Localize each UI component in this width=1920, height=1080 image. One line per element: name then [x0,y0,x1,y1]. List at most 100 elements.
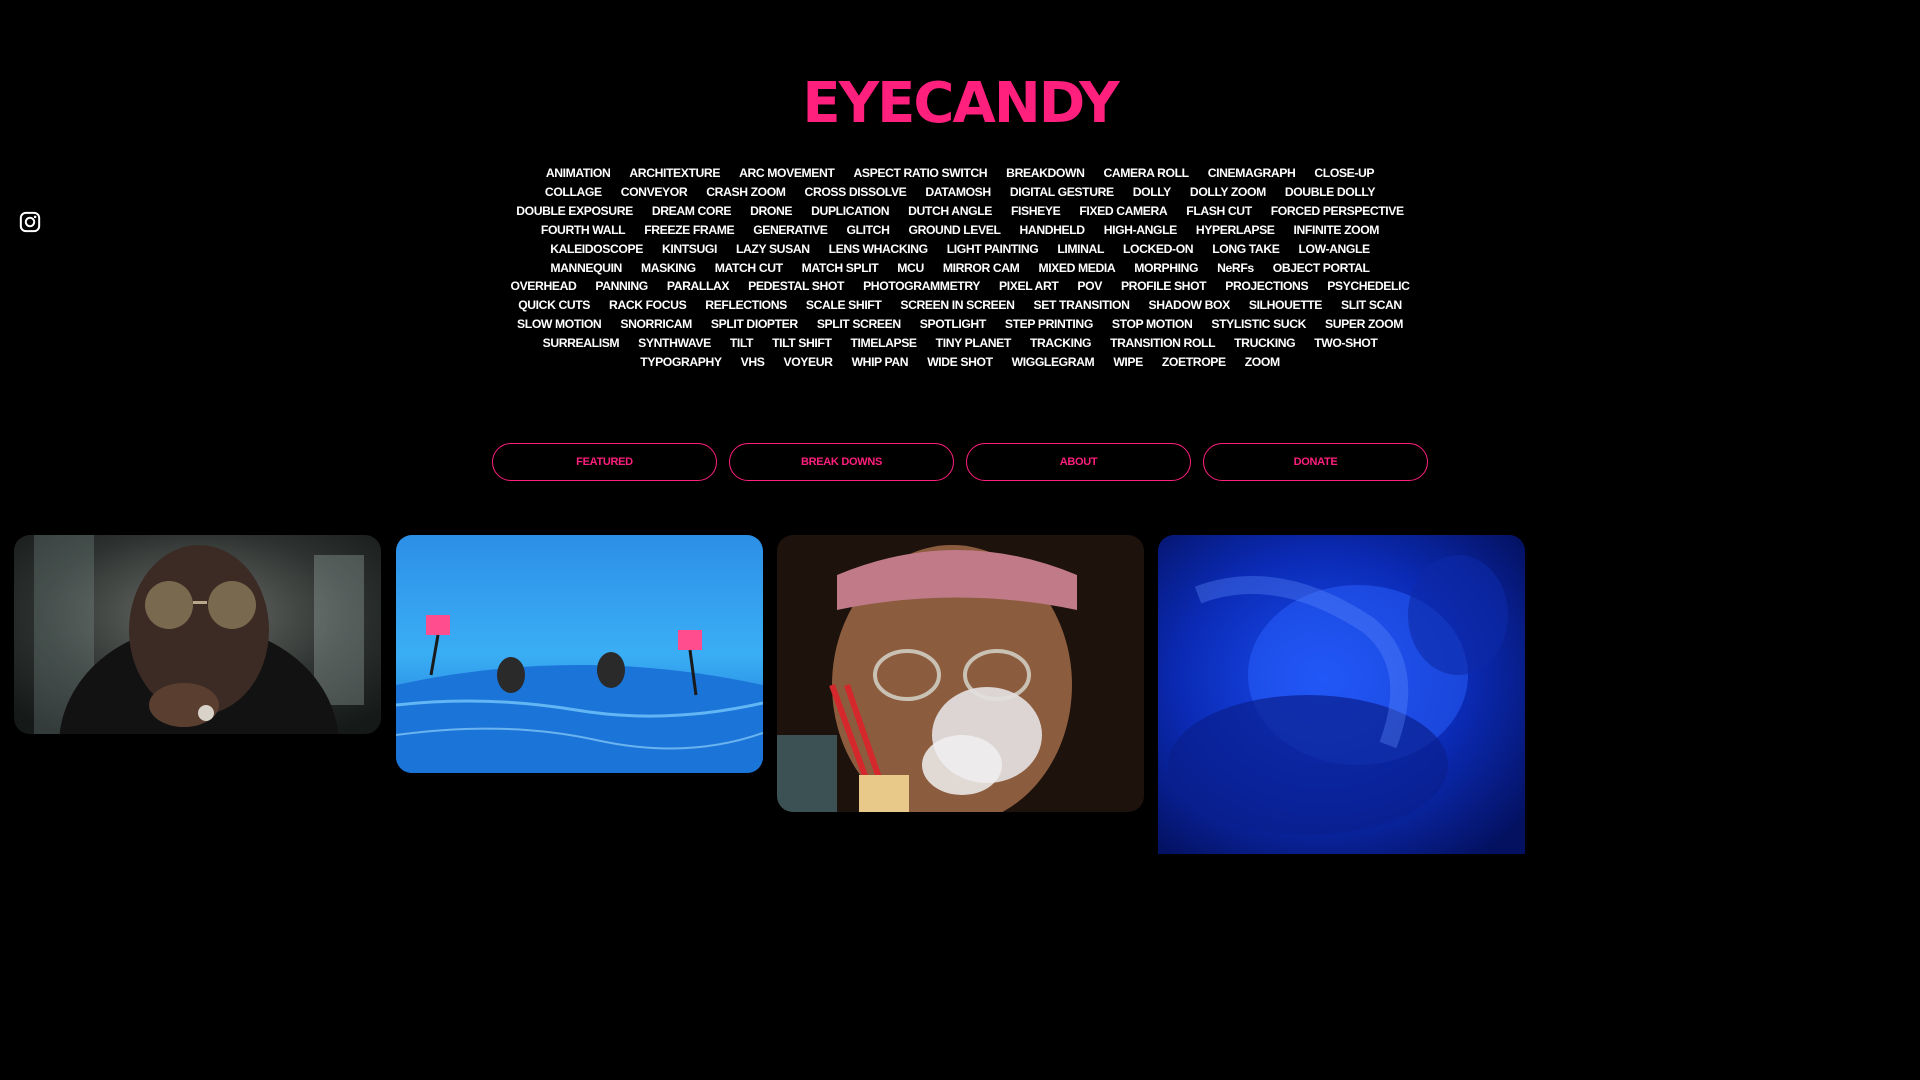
instagram-icon[interactable] [19,211,41,233]
tag-link[interactable]: FISHEYE [1011,202,1061,221]
video-thumbnail[interactable] [14,535,381,734]
tag-link[interactable]: SPOTLIGHT [920,315,987,334]
tag-link[interactable]: WHIP PAN [852,353,909,372]
tag-link[interactable]: PSYCHEDELIC [1327,277,1410,296]
tag-link[interactable]: HIGH-ANGLE [1104,221,1178,240]
tag-link[interactable]: TILT SHIFT [772,334,832,353]
tag-link[interactable]: CINEMAGRAPH [1208,164,1296,183]
tag-link[interactable]: CAMERA ROLL [1104,164,1190,183]
tag-link[interactable]: PIXEL ART [999,277,1059,296]
tag-link[interactable]: DOLLY [1133,183,1172,202]
tag-link[interactable]: DUTCH ANGLE [908,202,992,221]
tag-link[interactable]: SET TRANSITION [1034,296,1130,315]
tag-link[interactable]: LAZY SUSAN [736,240,810,259]
tag-link[interactable]: SPLIT DIOPTER [711,315,798,334]
tag-link[interactable]: MORPHING [1134,259,1198,278]
tag-link[interactable]: LIMINAL [1057,240,1104,259]
tag-link[interactable]: SYNTHWAVE [638,334,711,353]
tag-link[interactable]: DUPLICATION [811,202,889,221]
tag-link[interactable]: POV [1077,277,1102,296]
tag-link[interactable]: TRANSITION ROLL [1110,334,1215,353]
tag-link[interactable]: SNORRICAM [620,315,692,334]
tag-link[interactable]: VHS [741,353,765,372]
tag-link[interactable]: PEDESTAL SHOT [748,277,844,296]
tag-link[interactable]: DREAM CORE [652,202,732,221]
tag-link[interactable]: FIXED CAMERA [1079,202,1167,221]
tag-link[interactable]: MANNEQUIN [550,259,622,278]
tag-link[interactable]: SURREALISM [543,334,620,353]
tag-link[interactable]: MASKING [641,259,696,278]
tag-link[interactable]: PARALLAX [667,277,730,296]
tag-link[interactable]: DOLLY ZOOM [1190,183,1266,202]
tag-link[interactable]: SUPER ZOOM [1325,315,1403,334]
tag-link[interactable]: FLASH CUT [1186,202,1252,221]
tag-link[interactable]: NeRFs [1217,259,1254,278]
tag-link[interactable]: CRASH ZOOM [706,183,786,202]
tag-link[interactable]: COLLAGE [545,183,602,202]
tag-link[interactable]: DRONE [750,202,792,221]
site-logo[interactable]: EYECANDY [0,74,1920,134]
tag-link[interactable]: GLITCH [847,221,890,240]
tag-link[interactable]: SLIT SCAN [1341,296,1402,315]
tag-link[interactable]: FREEZE FRAME [644,221,734,240]
nav-featured-button[interactable]: FEATURED [492,443,717,481]
tag-link[interactable]: SILHOUETTE [1249,296,1323,315]
nav-breakdowns-button[interactable]: BREAK DOWNS [729,443,954,481]
tag-link[interactable]: WIGGLEGRAM [1012,353,1095,372]
tag-link[interactable]: VOYEUR [783,353,832,372]
tag-link[interactable]: LENS WHACKING [829,240,928,259]
video-thumbnail[interactable] [1158,535,1525,854]
tag-link[interactable]: DOUBLE DOLLY [1285,183,1376,202]
tag-link[interactable]: ASPECT RATIO SWITCH [853,164,987,183]
video-thumbnail[interactable] [396,535,763,773]
tag-link[interactable]: TIMELAPSE [851,334,918,353]
tag-link[interactable]: FORCED PERSPECTIVE [1271,202,1404,221]
tag-link[interactable]: TRACKING [1030,334,1092,353]
tag-link[interactable]: ANIMATION [546,164,611,183]
tag-link[interactable]: INFINITE ZOOM [1294,221,1380,240]
tag-link[interactable]: ARC MOVEMENT [739,164,835,183]
tag-link[interactable]: WIPE [1113,353,1143,372]
tag-link[interactable]: SCREEN IN SCREEN [900,296,1015,315]
tag-link[interactable]: TINY PLANET [936,334,1012,353]
tag-link[interactable]: FOURTH WALL [541,221,626,240]
tag-link[interactable]: PROFILE SHOT [1121,277,1207,296]
tag-link[interactable]: TILT [730,334,754,353]
tag-link[interactable]: REFLECTIONS [705,296,787,315]
tag-link[interactable]: TYPOGRAPHY [640,353,722,372]
tag-link[interactable]: MATCH CUT [715,259,783,278]
tag-link[interactable]: DOUBLE EXPOSURE [516,202,633,221]
tag-link[interactable]: BREAKDOWN [1006,164,1085,183]
tag-link[interactable]: RACK FOCUS [609,296,687,315]
tag-link[interactable]: STYLISTIC SUCK [1211,315,1306,334]
tag-link[interactable]: GROUND LEVEL [909,221,1001,240]
tag-link[interactable]: ARCHITEXTURE [629,164,720,183]
tag-link[interactable]: TRUCKING [1234,334,1296,353]
tag-link[interactable]: LONG TAKE [1212,240,1280,259]
tag-link[interactable]: PROJECTIONS [1225,277,1308,296]
tag-link[interactable]: TWO-SHOT [1314,334,1378,353]
video-thumbnail[interactable] [777,535,1144,812]
tag-link[interactable]: DIGITAL GESTURE [1010,183,1114,202]
tag-link[interactable]: CROSS DISSOLVE [805,183,907,202]
tag-link[interactable]: MIXED MEDIA [1038,259,1115,278]
tag-link[interactable]: WIDE SHOT [927,353,993,372]
tag-link[interactable]: STEP PRINTING [1005,315,1093,334]
tag-link[interactable]: ZOETROPE [1162,353,1226,372]
tag-link[interactable]: MCU [897,259,924,278]
tag-link[interactable]: HANDHELD [1020,221,1086,240]
tag-link[interactable]: SHADOW BOX [1149,296,1231,315]
tag-link[interactable]: SLOW MOTION [517,315,602,334]
nav-donate-button[interactable]: DONATE [1203,443,1428,481]
tag-link[interactable]: LOW-ANGLE [1298,240,1370,259]
tag-link[interactable]: MIRROR CAM [943,259,1020,278]
tag-link[interactable]: OVERHEAD [511,277,577,296]
tag-link[interactable]: QUICK CUTS [518,296,590,315]
tag-link[interactable]: MATCH SPLIT [802,259,879,278]
tag-link[interactable]: SCALE SHIFT [806,296,882,315]
nav-about-button[interactable]: ABOUT [966,443,1191,481]
tag-link[interactable]: ZOOM [1245,353,1280,372]
tag-link[interactable]: KALEIDOSCOPE [550,240,643,259]
tag-link[interactable]: HYPERLAPSE [1196,221,1275,240]
tag-link[interactable]: CONVEYOR [621,183,688,202]
